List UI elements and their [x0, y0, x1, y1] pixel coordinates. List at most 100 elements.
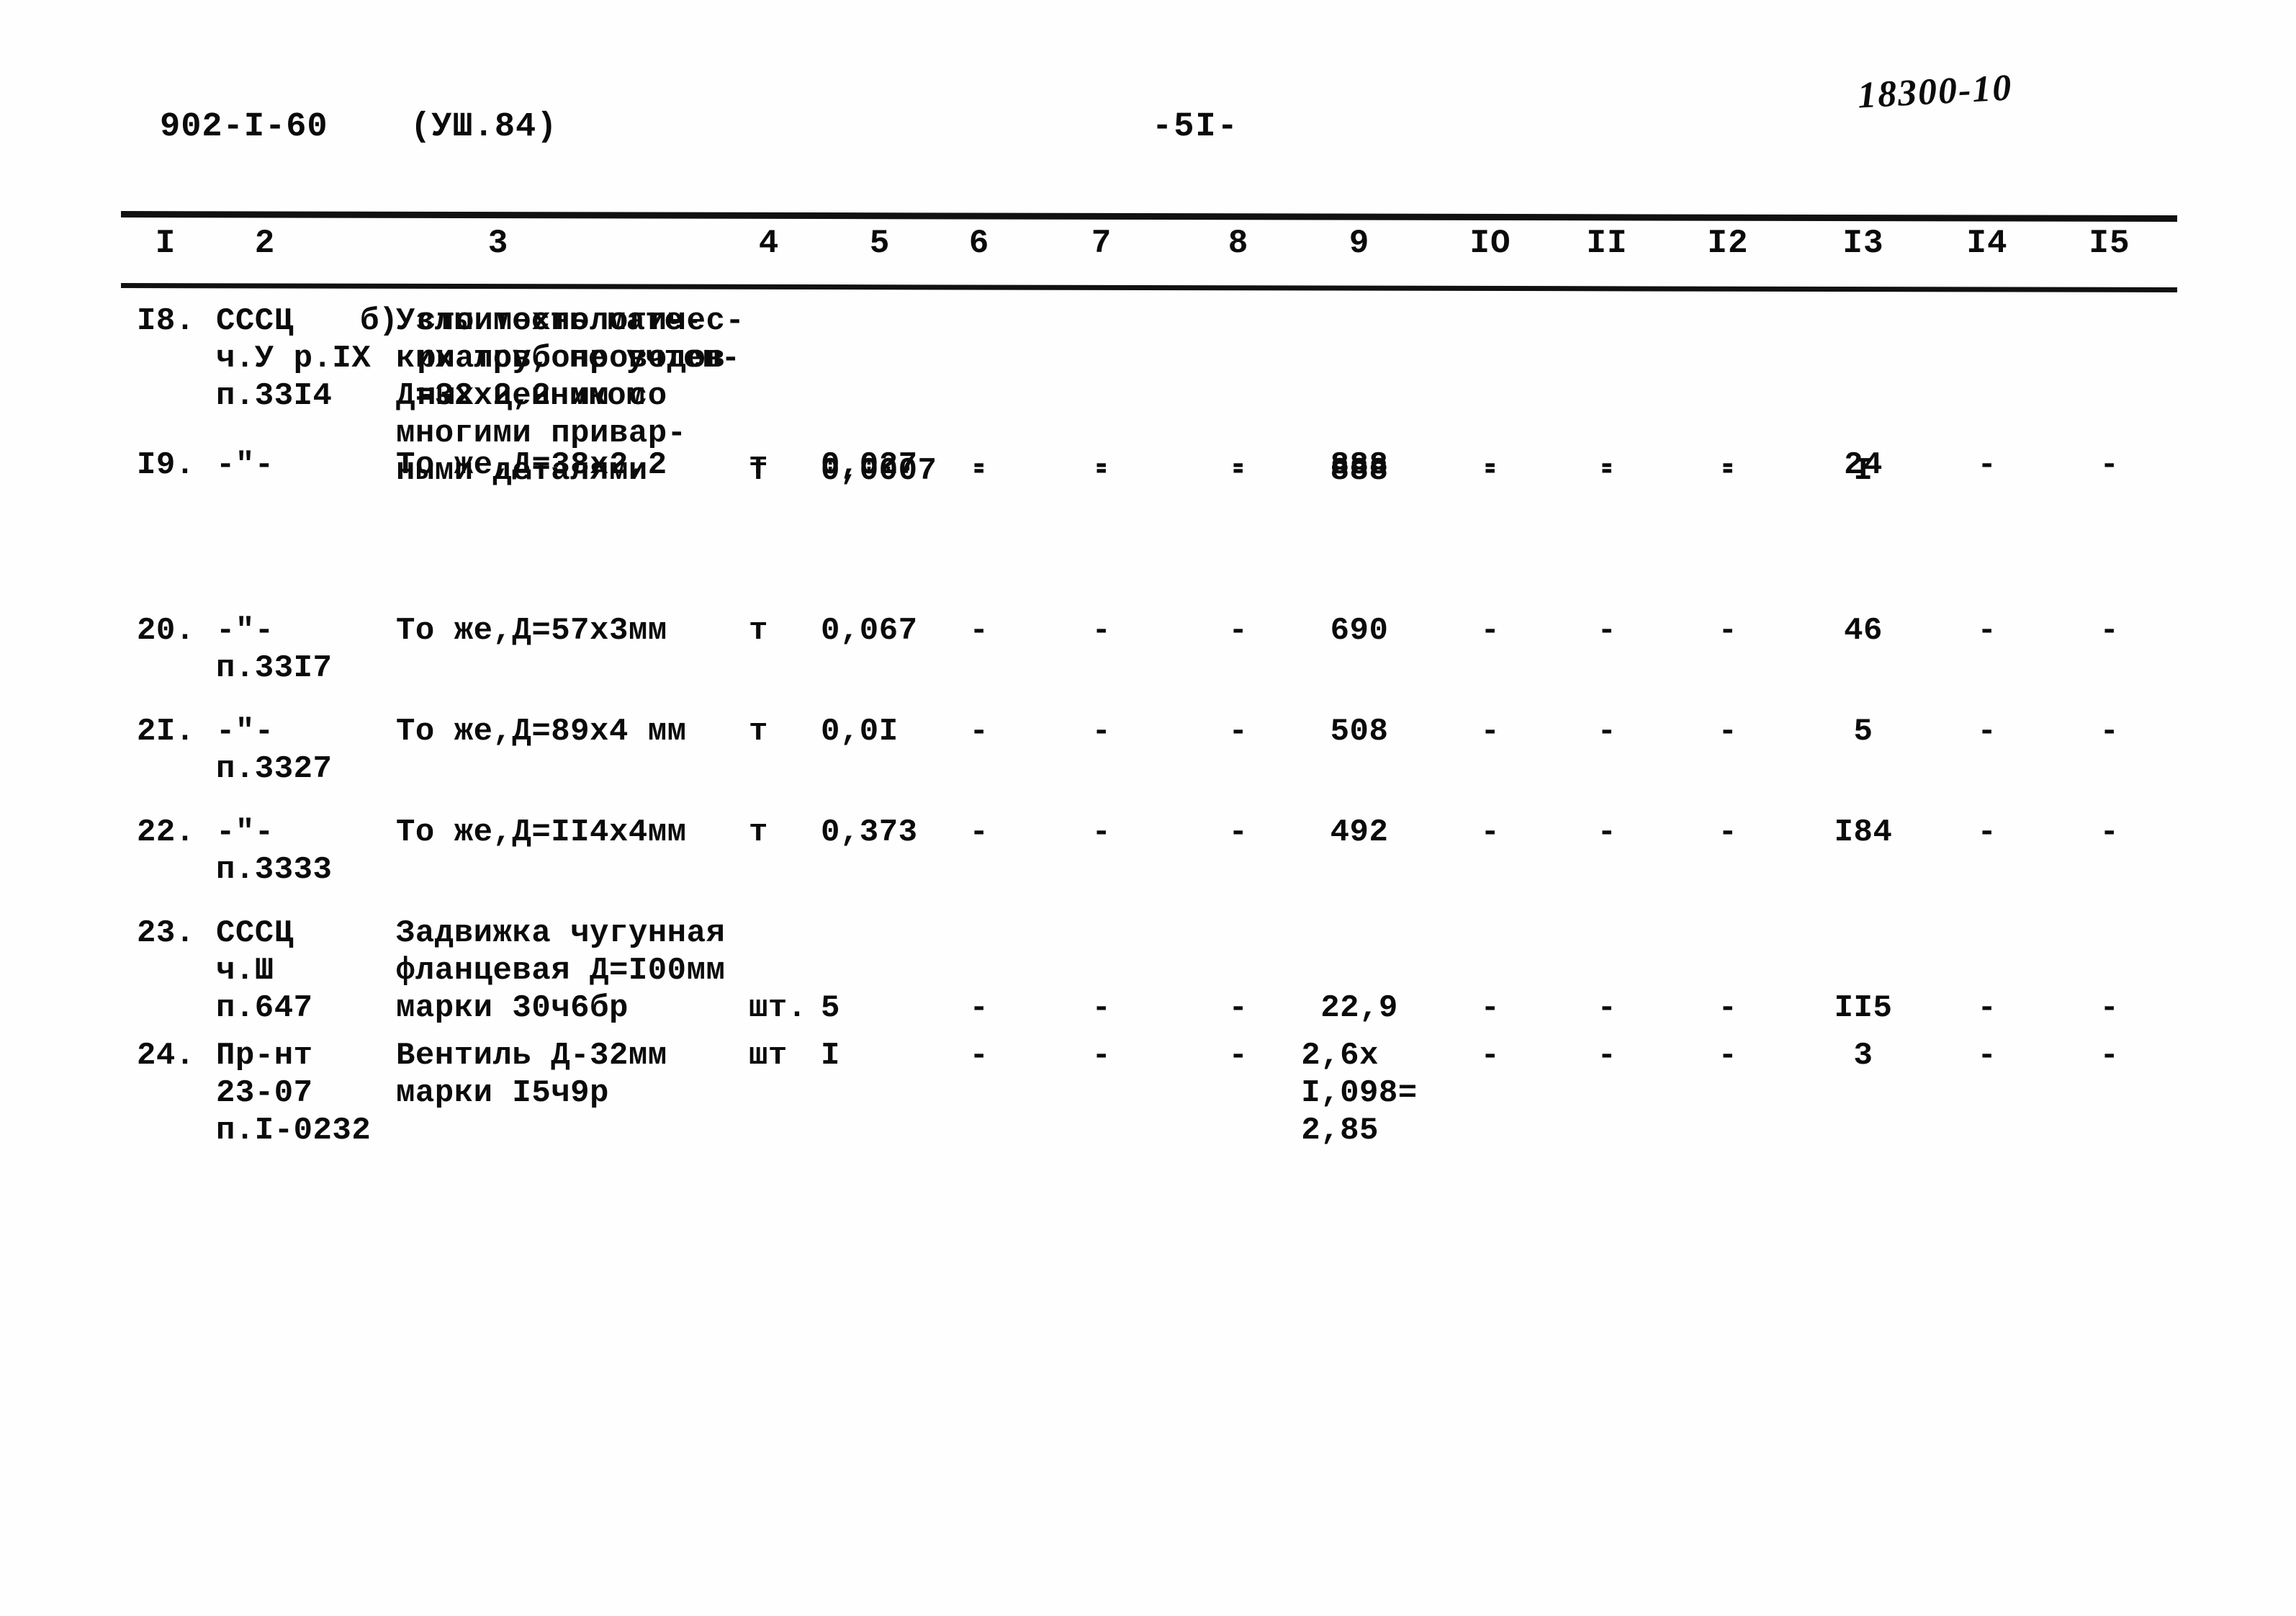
column-header-5: 5 — [869, 225, 891, 262]
row-col13-cell: 3 — [1853, 1038, 1873, 1074]
row-quantity-cell: 5 — [821, 990, 840, 1026]
column-header-15: I5 — [2089, 225, 2130, 262]
row-col9-cell: 22,9 — [1320, 990, 1398, 1026]
column-header-2: 2 — [254, 225, 276, 262]
row-col9-cell: 690 — [1330, 613, 1389, 649]
row-description-cell: То же,Д=38х2,2 — [396, 447, 667, 483]
row-quantity-cell: 0,0I — [821, 714, 899, 750]
row-col10-cell: - — [1480, 814, 1500, 850]
column-header-4: 4 — [758, 225, 780, 262]
archive-stamp-handwritten: 18300-10 — [1856, 67, 2014, 117]
row-col15-cell: - — [2099, 714, 2120, 750]
table-header-bottom-rule — [120, 283, 2178, 292]
column-header-13: I3 — [1842, 225, 1884, 262]
row-col7-cell: - — [1091, 447, 1112, 483]
row-col10-cell: - — [1480, 714, 1500, 750]
row-col9-cell: 2,6х I,098= 2,85 — [1301, 1038, 1418, 1149]
row-col12-cell: - — [1718, 1038, 1738, 1074]
row-col11-cell: - — [1597, 1038, 1617, 1074]
page-number: -5I- — [1152, 108, 1239, 146]
row-col15-cell: - — [2099, 613, 2120, 649]
row-col6-cell: - — [969, 447, 989, 483]
row-unit-cell: шт. — [749, 990, 807, 1026]
row-number-cell: I9. — [137, 447, 195, 483]
row-col8-cell: - — [1228, 714, 1248, 750]
row-source-cell: Пр-нт 23-07 п.I-0232 — [216, 1038, 372, 1149]
row-col8-cell: - — [1228, 613, 1248, 649]
row-col8-cell: - — [1228, 1038, 1248, 1074]
row-col7-cell: - — [1091, 814, 1112, 850]
row-col11-cell: - — [1597, 613, 1617, 649]
row-col15-cell: - — [2099, 814, 2120, 850]
row-col9-cell: 492 — [1330, 814, 1389, 850]
page-header: 902-I-60 (УШ.84) -5I- 18300-10 — [0, 67, 2296, 166]
column-header-8: 8 — [1228, 225, 1249, 262]
row-number-cell: 20. — [137, 613, 195, 649]
row-col9-cell: 508 — [1330, 714, 1389, 750]
column-header-3: 3 — [487, 225, 509, 262]
row-col11-cell: - — [1597, 814, 1617, 850]
column-header-1: I — [155, 225, 176, 262]
row-col6-cell: - — [969, 613, 989, 649]
column-header-11: II — [1586, 225, 1628, 262]
column-header-7: 7 — [1091, 225, 1112, 262]
column-header-6: 6 — [968, 225, 990, 262]
row-col13-cell: I84 — [1834, 814, 1893, 850]
row-description-cell: То же,Д=57х3мм — [396, 613, 667, 649]
row-col15-cell: - — [2099, 1038, 2120, 1074]
row-quantity-cell: 0,373 — [821, 814, 918, 850]
row-col12-cell: - — [1718, 814, 1738, 850]
column-header-12: I2 — [1707, 225, 1749, 262]
row-col6-cell: - — [969, 990, 989, 1026]
table-top-rule — [120, 211, 2178, 222]
row-col12-cell: - — [1718, 714, 1738, 750]
row-number-cell: I8. — [137, 303, 195, 339]
row-col10-cell: - — [1480, 447, 1500, 483]
row-col13-cell: II5 — [1834, 990, 1893, 1026]
row-col10-cell: - — [1480, 1038, 1500, 1074]
row-unit-cell: шт — [749, 1038, 788, 1074]
row-source-cell: -"- п.33I7 — [216, 613, 333, 686]
row-unit-cell: т — [749, 447, 768, 483]
row-source-cell: -"- п.3327 — [216, 714, 333, 787]
row-unit-cell: т — [749, 814, 768, 850]
row-col11-cell: - — [1597, 990, 1617, 1026]
row-col13-cell: 5 — [1853, 714, 1873, 750]
row-col14-cell: - — [1977, 990, 1997, 1026]
row-description-cell: Вентиль Д-32мм марки I5ч9р — [396, 1038, 667, 1111]
row-col10-cell: - — [1480, 990, 1500, 1026]
row-number-cell: 23. — [137, 915, 195, 951]
row-col14-cell: - — [1977, 447, 1997, 483]
row-col13-cell: 46 — [1844, 613, 1883, 649]
document-revision: (УШ.84) — [410, 108, 558, 146]
row-col12-cell: - — [1718, 990, 1738, 1026]
column-header-9: 9 — [1349, 225, 1370, 262]
column-header-10: IO — [1469, 225, 1511, 262]
row-col12-cell: - — [1718, 613, 1738, 649]
row-col15-cell: - — [2099, 990, 2120, 1026]
row-col14-cell: - — [1977, 814, 1997, 850]
row-description-cell: То же,Д=II4х4мм — [396, 814, 687, 850]
row-source-cell: СССЦ ч.У р.IX п.33I4 — [216, 303, 372, 414]
row-col13-cell: 24 — [1844, 447, 1883, 483]
table-column-header-row: I 2 3 4 5 6 7 8 9 IO II I2 I3 I4 I5 — [0, 225, 2296, 282]
row-source-cell: СССЦ ч.Ш п.647 — [216, 915, 313, 1026]
row-col15-cell: - — [2099, 447, 2120, 483]
row-col11-cell: - — [1597, 714, 1617, 750]
row-unit-cell: т — [749, 613, 768, 649]
row-col12-cell: - — [1718, 447, 1738, 483]
row-source-cell: -"- п.3333 — [216, 814, 333, 888]
row-col14-cell: - — [1977, 1038, 1997, 1074]
row-source-cell: -"- — [216, 447, 274, 483]
row-col10-cell: - — [1480, 613, 1500, 649]
row-unit-cell: т — [749, 714, 768, 750]
scanned-document-page: 902-I-60 (УШ.84) -5I- 18300-10 I23456789… — [0, 0, 2296, 1616]
row-description-cell: Задвижка чугунная фланцевая Д=I00мм марк… — [396, 915, 726, 1026]
row-col6-cell: - — [969, 1038, 989, 1074]
row-col14-cell: - — [1977, 613, 1997, 649]
row-col14-cell: - — [1977, 714, 1997, 750]
row-col7-cell: - — [1091, 613, 1112, 649]
row-description-cell: То же,Д=89х4 мм — [396, 714, 687, 750]
row-col6-cell: - — [969, 814, 989, 850]
column-header-14: I4 — [1966, 225, 2008, 262]
